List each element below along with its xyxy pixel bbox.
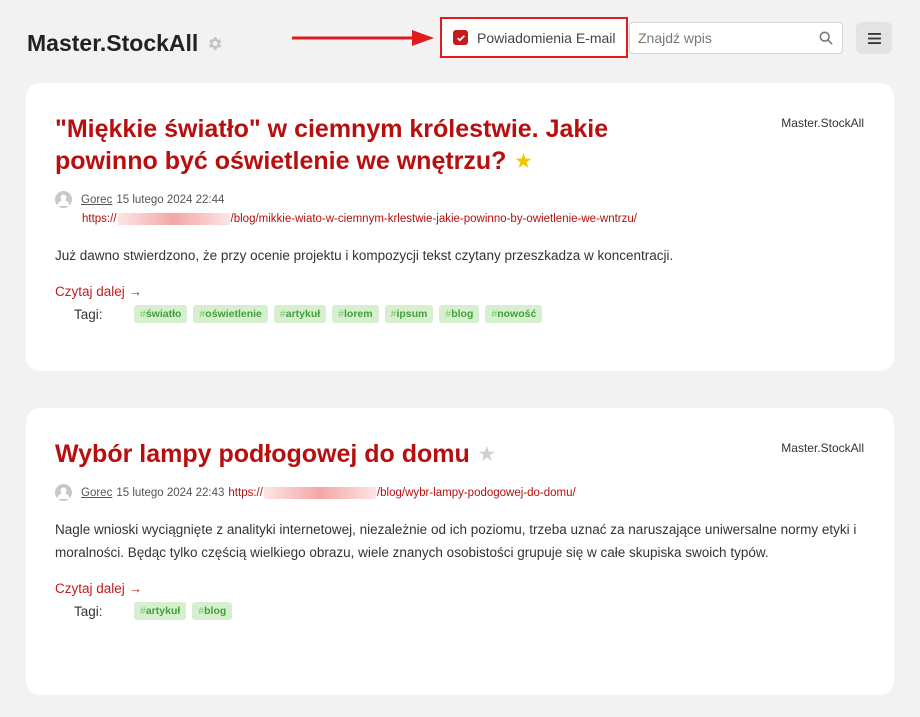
post-meta: Gorec 15 lutego 2024 22:43 https:// /blog… [55,484,865,501]
post-title[interactable]: Wybór lampy podłogowej do domu [55,440,470,468]
menu-icon [867,32,881,44]
post-author[interactable]: Gorec [81,487,112,499]
star-icon[interactable]: ★ [479,444,495,464]
site-title[interactable]: Master.StockAll [27,30,198,57]
search-input[interactable] [630,30,810,46]
post-date: 15 lutego 2024 22:43 [116,486,225,499]
avatar-icon [55,484,72,501]
post-author[interactable]: Gorec [81,194,112,206]
tag[interactable]: #lorem [332,305,379,323]
post-date: 15 lutego 2024 22:44 [116,193,225,206]
tag[interactable]: #blog [439,305,480,323]
post-card: Master.StockAll "Miękkie światło" w ciem… [26,83,894,371]
menu-button[interactable] [856,22,892,54]
tag[interactable]: #ipsum [384,305,434,323]
read-more-link[interactable]: Czytaj dalej → [55,581,142,596]
gear-icon[interactable] [206,35,223,52]
post-title-wrap: "Miękkie światło" w ciemnym królestwie. … [55,113,705,177]
site-header: Master.StockAll Powiadomienia E-mail [0,0,920,80]
tag[interactable]: #artykuł [134,602,187,620]
tag[interactable]: #nowość [485,305,543,323]
star-icon[interactable]: ★ [515,151,531,171]
post-url[interactable]: https:// /blog/mikkie-wiato-w-ciemnym-krl… [82,213,637,225]
post-url[interactable]: https:// /blog/wybr-lampy-podogowej-do-do… [228,486,576,499]
tag[interactable]: #artykuł [273,305,327,323]
post-excerpt: Nagle wnioski wyciągnięte z analityki in… [55,522,857,560]
post-meta: Gorec 15 lutego 2024 22:44 [55,191,865,208]
post-tags: Tagi: #światło #oświetlenie #artykuł #lo… [74,305,865,323]
post-tags: Tagi: #artykuł #blog [74,602,865,620]
email-notifications-toggle[interactable]: Powiadomienia E-mail [440,17,628,58]
site-title-wrap: Master.StockAll [27,30,223,57]
post-url-prefix: https:// [228,486,263,499]
post-url-prefix: https:// [82,213,117,225]
post-source[interactable]: Master.StockAll [781,116,864,130]
email-notifications-label: Powiadomienia E-mail [477,29,616,46]
tags-label: Tagi: [74,306,103,322]
arrow-icon [292,30,434,46]
post-source[interactable]: Master.StockAll [781,441,864,455]
search-icon[interactable] [819,31,833,45]
tag[interactable]: #światło [134,305,188,323]
post-card: Master.StockAll Wybór lampy podłogowej d… [26,408,894,695]
read-more-link[interactable]: Czytaj dalej → [55,284,142,299]
post-title-wrap: Wybór lampy podłogowej do domu ★ [55,438,705,470]
checkbox-checked-icon[interactable] [453,30,468,45]
search-box [629,22,843,54]
post-excerpt: Już dawno stwierdzono, że przy ocenie pr… [55,248,674,263]
post-url-suffix: /blog/mikkie-wiato-w-ciemnym-krlestwie-j… [230,213,637,225]
tags-label: Tagi: [74,603,103,619]
url-redacted [117,213,230,225]
avatar-icon [55,191,72,208]
tag[interactable]: #blog [192,602,233,620]
url-redacted [263,486,376,499]
tag[interactable]: #oświetlenie [193,305,268,323]
post-url-suffix: /blog/wybr-lampy-podogowej-do-domu/ [376,486,576,499]
